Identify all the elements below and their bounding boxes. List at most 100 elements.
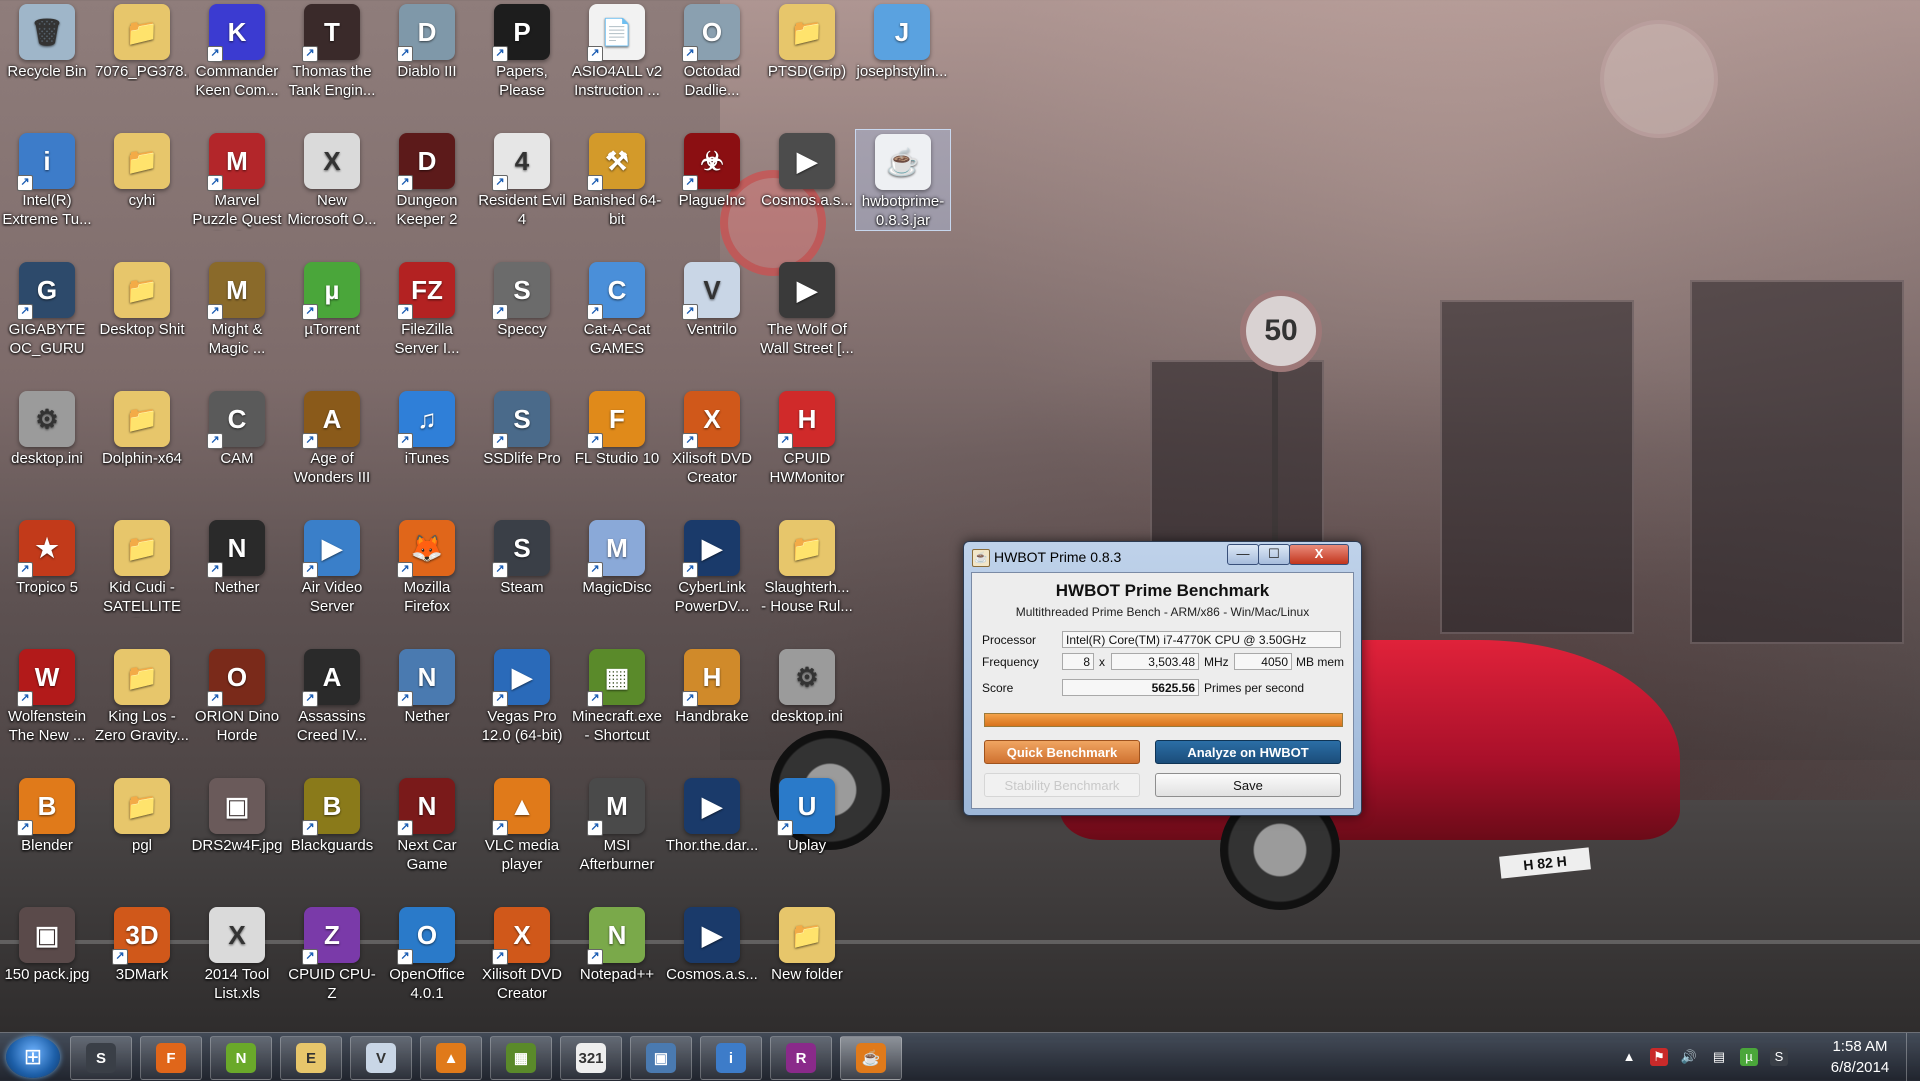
tray-network-icon[interactable]: ▤ — [1710, 1048, 1728, 1066]
desktop-icon[interactable]: B ↗ Blackguards — [285, 774, 379, 874]
desktop-icon[interactable]: X ↗ Xilisoft DVD Creator — [475, 903, 569, 1003]
desktop-icon[interactable]: µ ↗ µTorrent — [285, 258, 379, 358]
desktop-icon[interactable]: 📁 PTSD(Grip) — [760, 0, 854, 100]
memory-field[interactable]: 4050 — [1234, 653, 1292, 670]
desktop-icon[interactable]: S ↗ SSDlife Pro — [475, 387, 569, 487]
desktop-icon[interactable]: Jjosephstylin... — [855, 0, 949, 100]
desktop-icon[interactable]: ★ ↗ Tropico 5 — [0, 516, 94, 616]
desktop-icon[interactable]: N ↗ Next Car Game — [380, 774, 474, 874]
taskbar-explorer-button[interactable]: E — [280, 1036, 342, 1080]
desktop-icon[interactable]: 🗑 Recycle Bin — [0, 0, 94, 100]
desktop-icon[interactable]: N ↗ Nether — [190, 516, 284, 616]
desktop-icon[interactable]: X New Microsoft O... — [285, 129, 379, 229]
tray-utorrent-icon[interactable]: µ — [1740, 1048, 1758, 1066]
analyze-on-hwbot-button[interactable]: Analyze on HWBOT — [1155, 740, 1341, 764]
tray-up-arrow-icon[interactable]: ▲ — [1620, 1048, 1638, 1066]
desktop-icon[interactable]: S ↗ Steam — [475, 516, 569, 616]
desktop-icon[interactable]: G ↗ GIGABYTE OC_GURU — [0, 258, 94, 358]
desktop-icon[interactable]: 📁 Desktop Shit — [95, 258, 189, 358]
desktop-icon[interactable]: ⚙ desktop.ini — [0, 387, 94, 487]
desktop-icon[interactable]: ♫ ↗ iTunes — [380, 387, 474, 487]
desktop-icon[interactable]: D ↗ Dungeon Keeper 2 — [380, 129, 474, 229]
desktop-icon[interactable]: ⚙ desktop.ini — [760, 645, 854, 745]
desktop-icon[interactable]: H ↗ CPUID HWMonitor — [760, 387, 854, 487]
desktop-icon[interactable]: 📁 7076_PG378... — [95, 0, 189, 100]
multiplier-field[interactable]: 8 — [1062, 653, 1094, 670]
desktop-icon[interactable]: 📁Kid Cudi - SATELLITE F... — [95, 516, 189, 618]
desktop-icon[interactable]: 📁 Slaughterh... - House Rul... — [760, 516, 854, 616]
desktop-icon[interactable]: V ↗ Ventrilo — [665, 258, 759, 358]
desktop-icon[interactable]: ▦ ↗ Minecraft.exe - Shortcut — [570, 645, 664, 745]
desktop-icon[interactable]: A ↗ Age of Wonders III — [285, 387, 379, 487]
desktop-icon[interactable]: O ↗ Octodad Dadlie... — [665, 0, 759, 100]
taskbar-vlc-button[interactable]: ▲ — [420, 1036, 482, 1080]
desktop-icon[interactable]: P ↗ Papers, Please — [475, 0, 569, 100]
desktop-icon[interactable]: ▣ DRS2w4F.jpg — [190, 774, 284, 874]
desktop-icon[interactable]: ▶ ↗ Vegas Pro 12.0 (64-bit) — [475, 645, 569, 745]
desktop-icon[interactable]: U ↗ Uplay — [760, 774, 854, 874]
desktop-icon[interactable]: ▶ Cosmos.a.s... — [665, 903, 759, 1003]
desktop-icon[interactable]: ⚒ ↗ Banished 64-bit — [570, 129, 664, 229]
tray-steam-icon[interactable]: S — [1770, 1048, 1788, 1066]
desktop-icon[interactable]: FZ ↗ FileZilla Server I... — [380, 258, 474, 358]
stability-benchmark-button[interactable]: Stability Benchmark — [984, 773, 1140, 797]
desktop-icon[interactable]: 3D ↗ 3DMark — [95, 903, 189, 1003]
desktop-icon[interactable]: 📁 cyhi — [95, 129, 189, 229]
desktop-icon[interactable]: 🦊 ↗ Mozilla Firefox — [380, 516, 474, 616]
desktop-icon[interactable]: ▶ Cosmos.a.s... — [760, 129, 854, 229]
desktop-icon[interactable]: C ↗ Cat-A-Cat GAMES — [570, 258, 664, 358]
desktop-icon[interactable]: ▶ ↗ CyberLink PowerDV... — [665, 516, 759, 616]
desktop-icon[interactable]: X 2014 Tool List.xls — [190, 903, 284, 1003]
desktop-icon[interactable]: D ↗ Diablo III — [380, 0, 474, 100]
processor-field[interactable]: Intel(R) Core(TM) i7-4770K CPU @ 3.50GHz — [1062, 631, 1341, 648]
desktop-icon[interactable]: 📁 New folder — [760, 903, 854, 1003]
window-titlebar[interactable]: ☕ HWBOT Prime 0.8.3 — ☐ X — [964, 542, 1361, 572]
taskbar-nvidia-button[interactable]: N — [210, 1036, 272, 1080]
close-button[interactable]: X — [1289, 544, 1349, 565]
desktop-icon[interactable]: S ↗ Speccy — [475, 258, 569, 358]
taskbar-321-button[interactable]: 321 — [560, 1036, 622, 1080]
clock-time[interactable]: 1:58 AM — [1820, 1038, 1900, 1055]
desktop-icon[interactable]: B ↗ Blender — [0, 774, 94, 874]
desktop-icon[interactable]: A ↗ Assassins Creed IV... — [285, 645, 379, 745]
taskbar-firefox-button[interactable]: F — [140, 1036, 202, 1080]
taskbar-monitor-button[interactable]: ▣ — [630, 1036, 692, 1080]
tray-flag-icon[interactable]: ⚑ — [1650, 1048, 1668, 1066]
desktop-icon[interactable]: H ↗ Handbrake — [665, 645, 759, 745]
desktop-icon[interactable]: M ↗ MSI Afterburner — [570, 774, 664, 874]
desktop-icon[interactable]: M ↗ MagicDisc — [570, 516, 664, 616]
desktop-icon[interactable]: O ↗ ORION Dino Horde — [190, 645, 284, 745]
desktop-icon[interactable]: M↗Marvel Puzzle Quest Dark ... — [190, 129, 284, 231]
desktop-icon[interactable]: 4 ↗ Resident Evil 4 — [475, 129, 569, 229]
taskbar-steam-button[interactable]: S — [70, 1036, 132, 1080]
desktop-icon[interactable]: 📄 ↗ ASIO4ALL v2 Instruction ... — [570, 0, 664, 100]
desktop-icon[interactable]: N ↗ Nether — [380, 645, 474, 745]
desktop-icon[interactable]: O ↗ OpenOffice 4.0.1 — [380, 903, 474, 1003]
taskbar-ventrilo-button[interactable]: V — [350, 1036, 412, 1080]
score-field[interactable]: 5625.56 — [1062, 679, 1199, 696]
show-desktop-button[interactable] — [1906, 1033, 1920, 1081]
desktop-icon[interactable]: Z ↗ CPUID CPU-Z — [285, 903, 379, 1003]
minimize-button[interactable]: — — [1227, 544, 1259, 565]
desktop-icon[interactable]: F ↗ FL Studio 10 — [570, 387, 664, 487]
desktop-icon[interactable]: W ↗ Wolfenstein The New ... — [0, 645, 94, 745]
start-button[interactable]: ⊞ — [6, 1036, 60, 1078]
desktop-icon[interactable]: 📁 King Los - Zero Gravity... — [95, 645, 189, 745]
desktop-icon[interactable]: N ↗ Notepad++ — [570, 903, 664, 1003]
desktop-icon[interactable]: ▶ ↗ Air Video Server — [285, 516, 379, 616]
desktop-icon[interactable]: ☕ hwbotprime-0.8.3.jar — [855, 129, 951, 231]
desktop-icon[interactable]: ▲ ↗ VLC media player — [475, 774, 569, 874]
desktop-icon[interactable]: C ↗ CAM — [190, 387, 284, 487]
frequency-field[interactable]: 3,503.48 — [1111, 653, 1199, 670]
desktop-icon[interactable]: ▶ Thor.the.dar... — [665, 774, 759, 874]
taskbar-winrar-button[interactable]: R — [770, 1036, 832, 1080]
desktop-icon[interactable]: K ↗ Commander Keen Com... — [190, 0, 284, 100]
desktop-icon[interactable]: ▣ 150 pack.jpg — [0, 903, 94, 1003]
taskbar-java-button[interactable]: ☕ — [840, 1036, 902, 1080]
desktop-icon[interactable]: T ↗ Thomas the Tank Engin... — [285, 0, 379, 100]
desktop-icon[interactable]: 📁 Dolphin-x64 — [95, 387, 189, 487]
desktop-icon[interactable]: 📁 pgl — [95, 774, 189, 874]
taskbar-intel-button[interactable]: i — [700, 1036, 762, 1080]
desktop-icon[interactable]: i ↗ Intel(R) Extreme Tu... — [0, 129, 94, 229]
taskbar-minecraft-button[interactable]: ▦ — [490, 1036, 552, 1080]
